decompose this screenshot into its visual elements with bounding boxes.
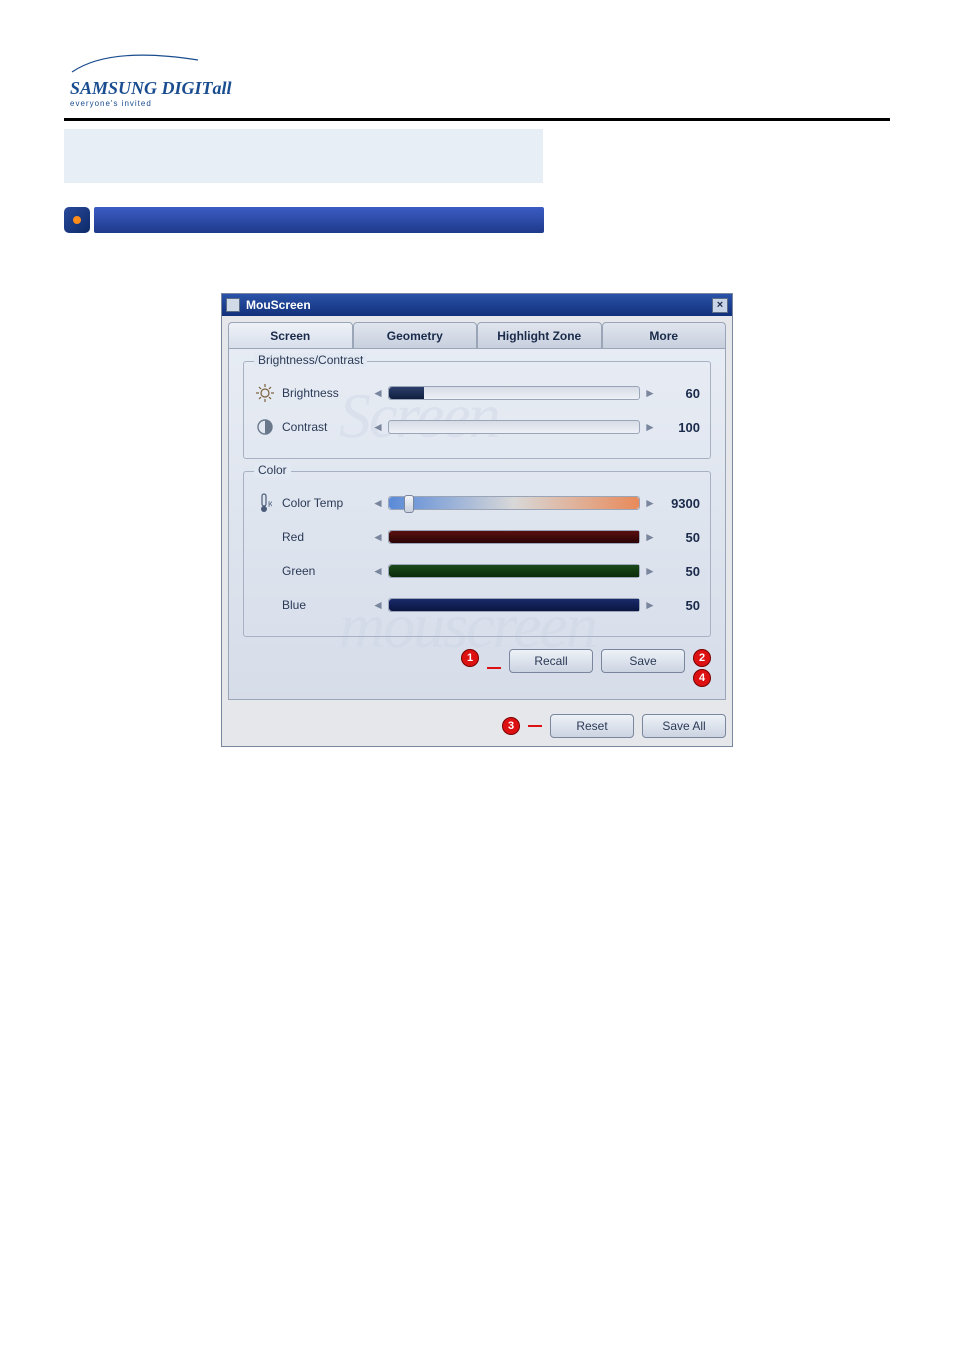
green-slider[interactable] [388,564,640,578]
callout-badge-3: 3 [502,717,520,735]
tab-screen[interactable]: Screen [228,322,353,348]
brightness-value: 60 [656,386,700,401]
green-inc[interactable]: ► [644,564,656,578]
red-label: Red [282,530,372,544]
group-title-color: Color [254,463,291,477]
contrast-dec[interactable]: ◄ [372,420,384,434]
brand-all: all [213,78,232,98]
row-blue: Blue ◄ ► 50 [254,588,700,622]
window-title: MouScreen [246,298,712,312]
app-icon [226,298,240,312]
close-icon[interactable]: × [712,298,728,313]
brand-logo: SAMSUNG DIGITall everyone's invited [70,60,954,108]
contrast-label: Contrast [282,420,372,434]
brand-digit: DIGIT [162,78,213,98]
colortemp-inc[interactable]: ► [644,496,656,510]
blue-dec[interactable]: ◄ [372,598,384,612]
group-brightness-contrast: Brightness/Contrast Brightness ◄ ► 60 Co… [243,361,711,459]
row-red: Red ◄ ► 50 [254,520,700,554]
red-slider[interactable] [388,530,640,544]
contrast-value: 100 [656,420,700,435]
tab-more[interactable]: More [602,322,727,348]
save-button[interactable]: Save [601,649,685,673]
group-color: Color K Color Temp ◄ ► 9300 Red ◄ [243,471,711,637]
window-titlebar[interactable]: MouScreen × [222,294,732,316]
row-green: Green ◄ ► 50 [254,554,700,588]
divider [64,118,890,121]
section-bullet-icon [64,207,90,233]
tab-geometry[interactable]: Geometry [353,322,478,348]
blue-inc[interactable]: ► [644,598,656,612]
blue-label: Blue [282,598,372,612]
callout-badge-1: 1 [461,649,479,667]
contrast-inc[interactable]: ► [644,420,656,434]
recall-button[interactable]: Recall [509,649,593,673]
contrast-icon [254,416,276,438]
reset-button[interactable]: Reset [550,714,634,738]
callout-badge-2: 2 [693,649,711,667]
green-dec[interactable]: ◄ [372,564,384,578]
reset-saveall-row: 3 Reset Save All [222,706,732,746]
red-inc[interactable]: ► [644,530,656,544]
blue-value: 50 [656,598,700,613]
callout-badge-4: 4 [693,669,711,687]
brightness-inc[interactable]: ► [644,386,656,400]
brightness-slider[interactable] [388,386,640,400]
row-colortemp: K Color Temp ◄ ► 9300 [254,486,700,520]
colortemp-dec[interactable]: ◄ [372,496,384,510]
tab-highlight-zone[interactable]: Highlight Zone [477,322,602,348]
brightness-label: Brightness [282,386,372,400]
thermometer-icon: K [254,492,276,514]
brightness-dec[interactable]: ◄ [372,386,384,400]
header-banner [64,129,890,183]
save-all-button[interactable]: Save All [642,714,726,738]
tab-strip: Screen Geometry Highlight Zone More [222,316,732,348]
green-label: Green [282,564,372,578]
green-value: 50 [656,564,700,579]
group-title-bc: Brightness/Contrast [254,353,367,367]
colortemp-slider[interactable] [388,496,640,510]
row-contrast: Contrast ◄ ► 100 [254,410,700,444]
recall-save-row: 1 Recall Save 2 4 [243,649,711,687]
brand-samsung: SAMSUNG [70,78,157,98]
brightness-icon [254,382,276,404]
tab-panel-screen: Screen mouscreen Brightness/Contrast Bri… [228,348,726,700]
red-value: 50 [656,530,700,545]
section-strip [64,207,544,233]
colortemp-value: 9300 [656,496,700,511]
mouscreen-window: MouScreen × Screen Geometry Highlight Zo… [221,293,733,747]
colortemp-label: Color Temp [282,496,372,510]
brand-tagline: everyone's invited [70,99,954,108]
red-dec[interactable]: ◄ [372,530,384,544]
row-brightness: Brightness ◄ ► 60 [254,376,700,410]
blue-slider[interactable] [388,598,640,612]
svg-text:K: K [268,500,272,509]
contrast-slider[interactable] [388,420,640,434]
